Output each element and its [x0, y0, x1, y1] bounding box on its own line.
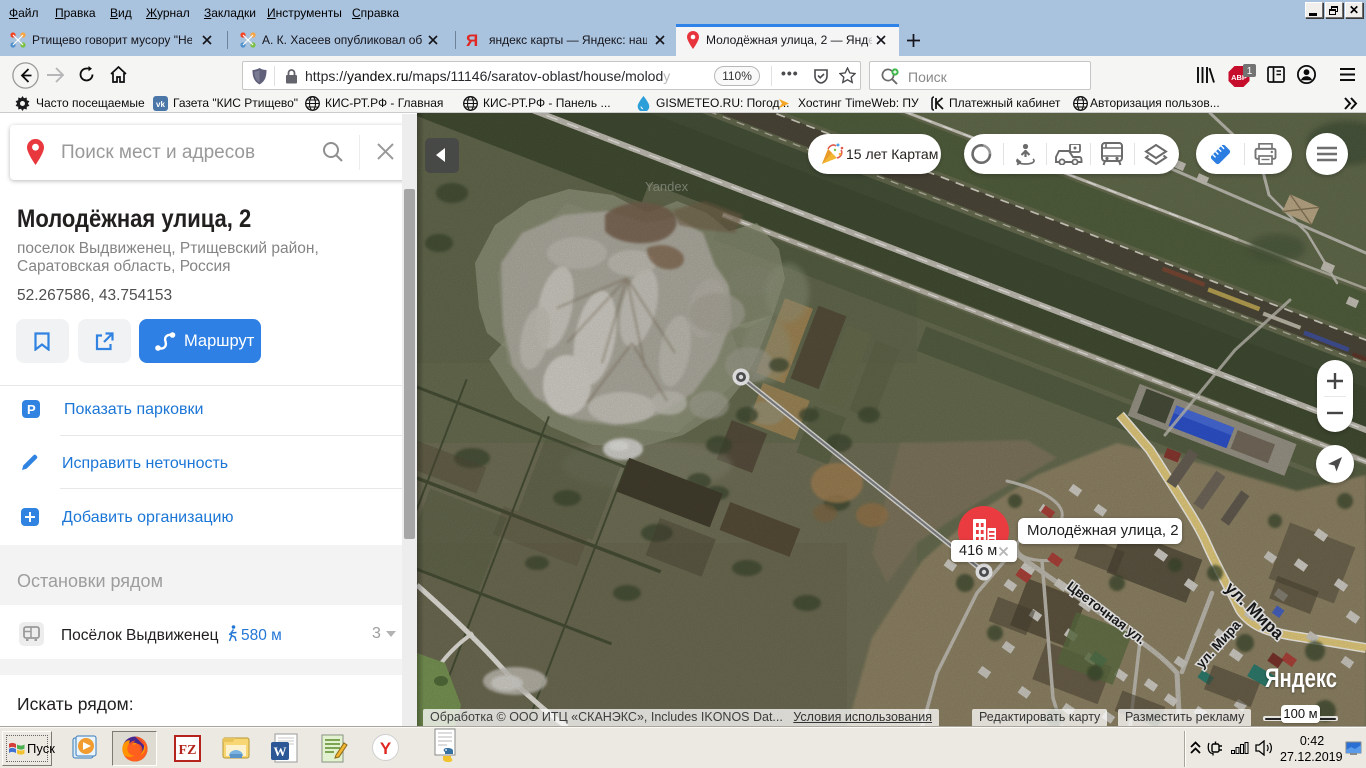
svg-text:1: 1: [1247, 66, 1253, 77]
svg-text:W: W: [274, 744, 287, 759]
svg-text:Y: Y: [380, 739, 392, 758]
svg-text:vk: vk: [156, 100, 165, 109]
svg-text:FZ: FZ: [179, 743, 197, 758]
